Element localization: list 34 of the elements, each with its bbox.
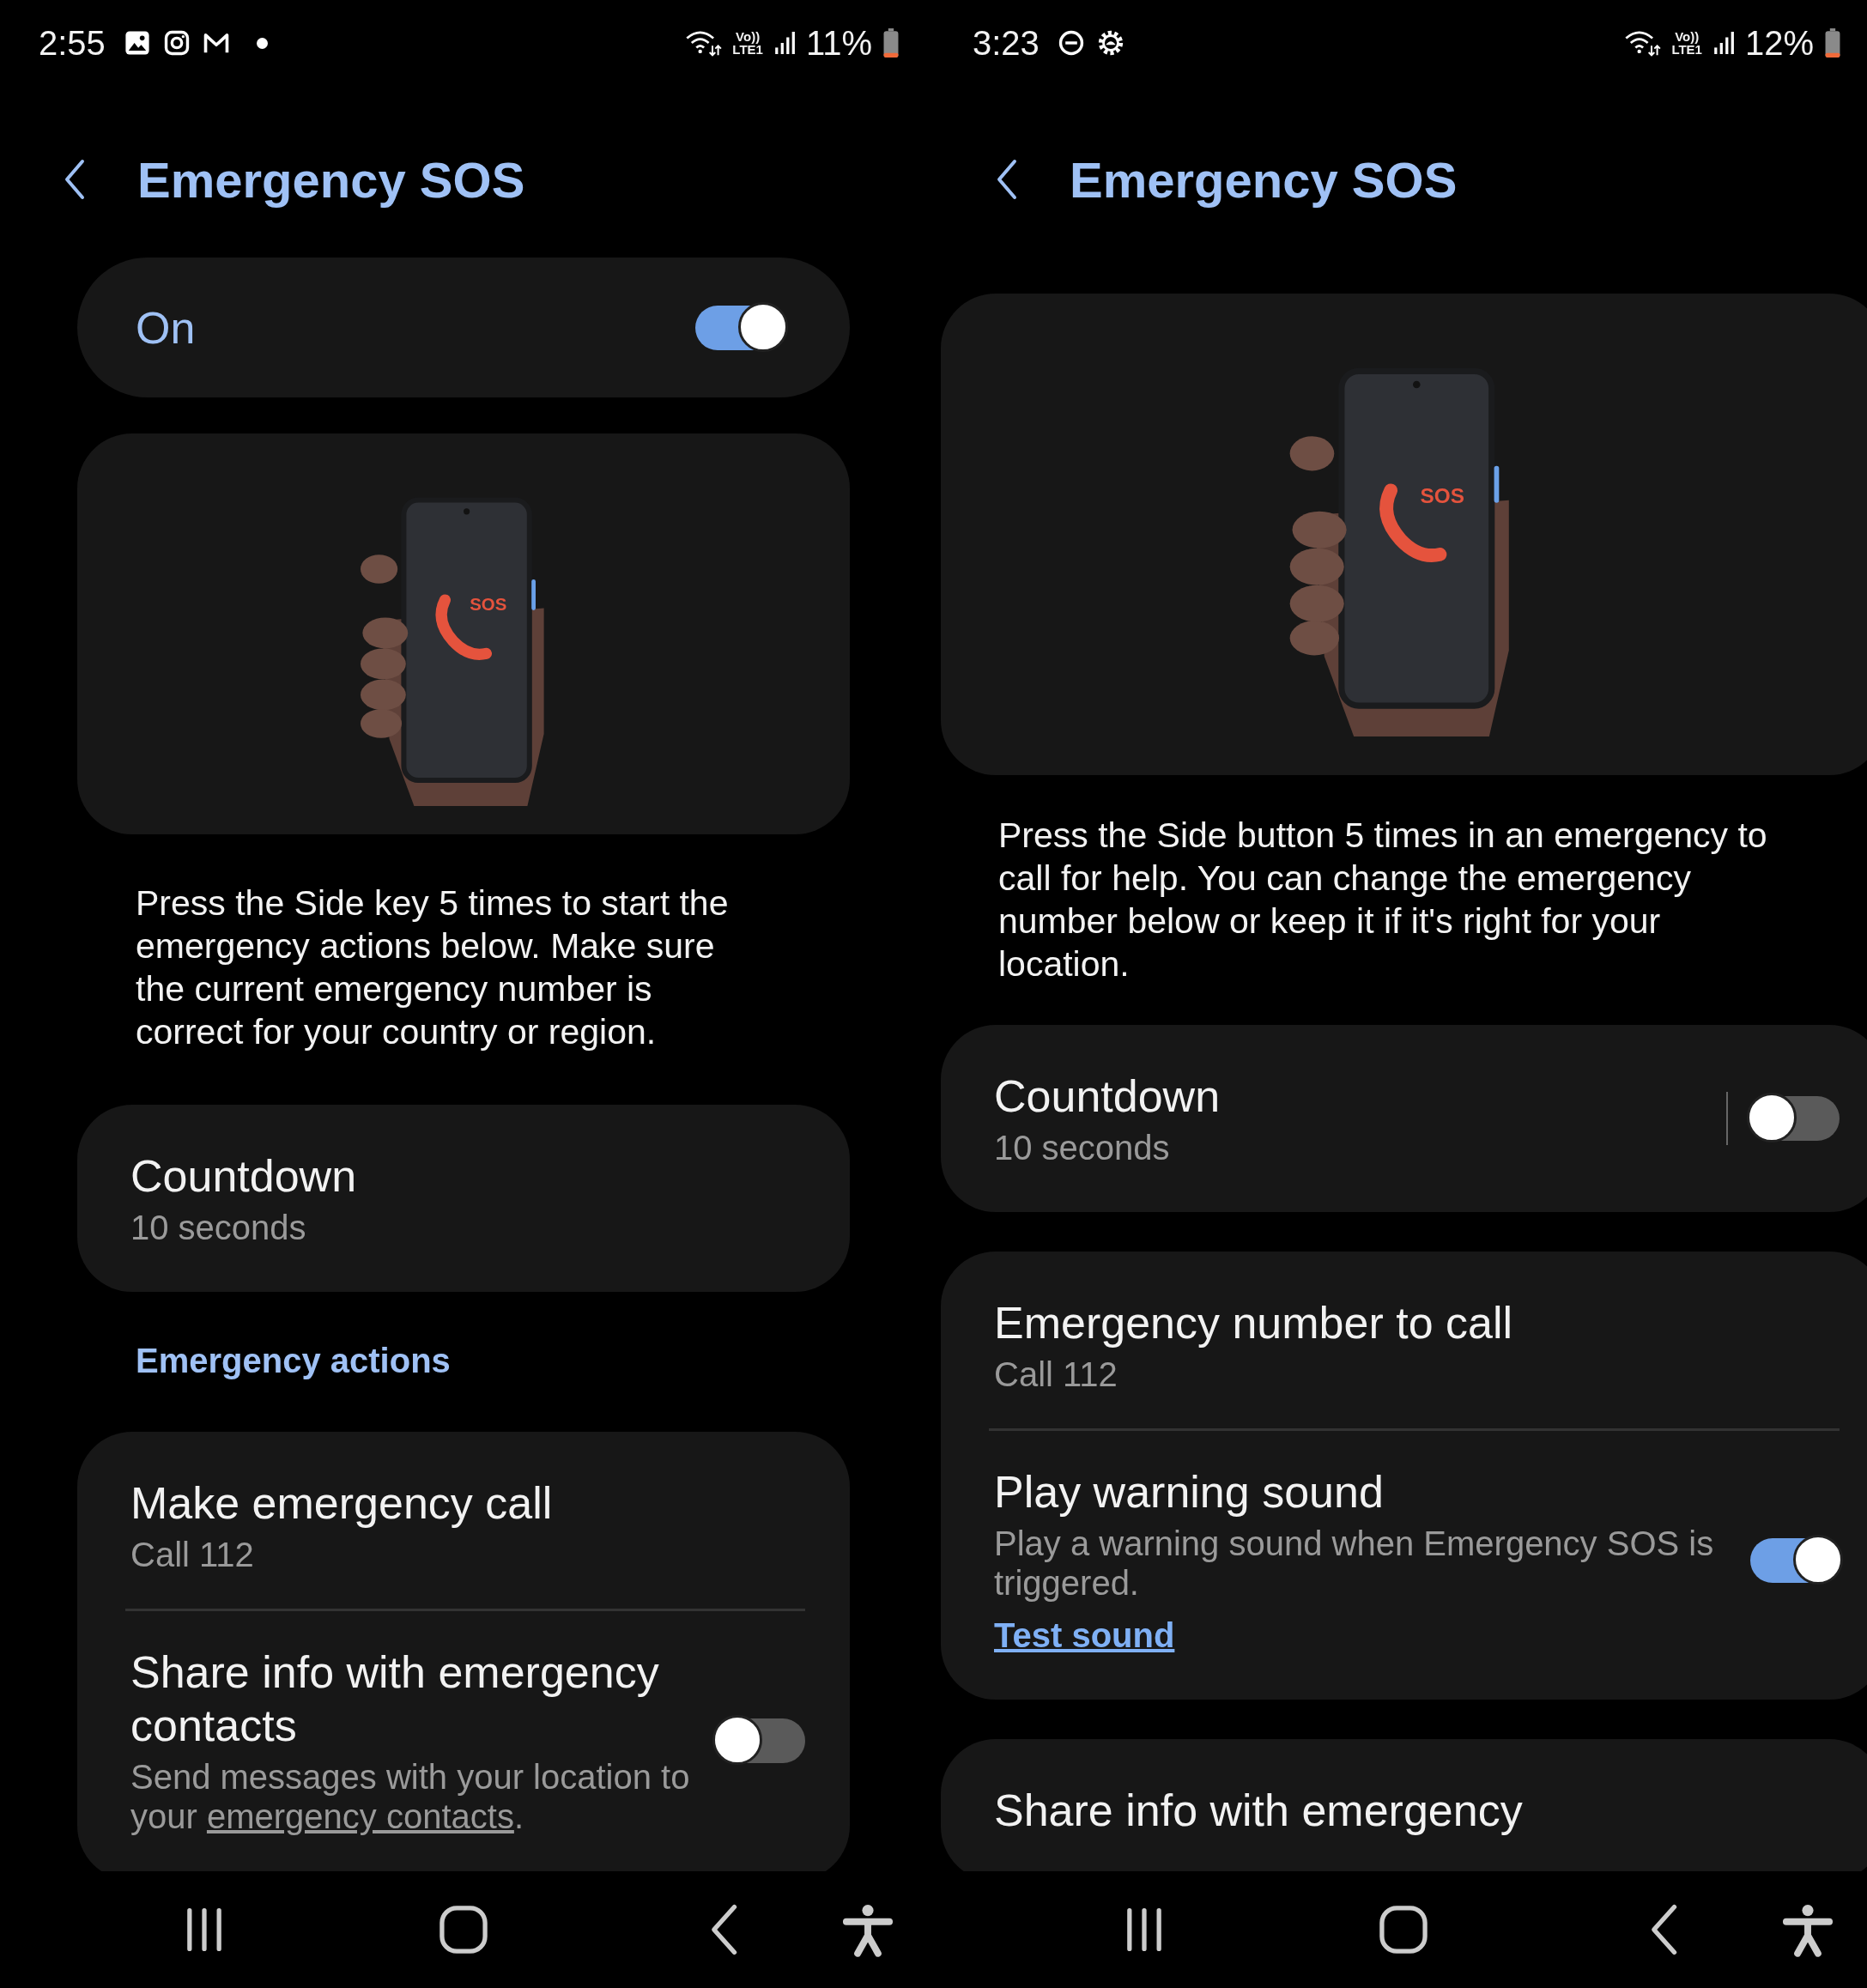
section-header: Emergency actions [136,1342,452,1380]
emergency-contacts-link[interactable]: emergency contacts [206,1797,514,1835]
setting-title[interactable]: Emergency number to call [994,1296,1513,1349]
wifi-icon [684,28,723,58]
clock-time: 2:55 [39,23,106,63]
setting-title[interactable]: Share info with emergency [994,1784,1523,1837]
setting-subtitle: 10 seconds [994,1128,1170,1167]
battery-percentage: 12% [1744,23,1814,63]
setting-subtitle: Call 112 [130,1535,254,1574]
volte-indicator: Vo)) LTE1 [1671,30,1702,56]
page-title: Emergency SOS [137,150,525,209]
page-title: Emergency SOS [1070,150,1458,209]
master-switch-bar[interactable]: On [77,258,850,397]
sos-label: SOS [1420,483,1464,507]
setting-title[interactable]: Share info with emergency contacts [130,1646,699,1752]
battery-percentage: 11% [805,23,872,63]
setting-title[interactable]: Countdown [130,1149,357,1203]
wifi-icon [1623,28,1662,58]
setting-title[interactable]: Countdown [994,1070,1221,1123]
setting-subtitle: Call 112 [994,1355,1118,1394]
battery-icon [882,27,900,58]
setting-title[interactable]: Make emergency call [130,1476,553,1530]
setting-title[interactable]: Play warning sound [994,1465,1384,1518]
description-text: Press the Side key 5 times to start the emergency actions below. Make sure the current emergency number is correct for your country or region. [135,882,730,1053]
setting-description: Send messages with your location to your emergency contacts. [130,1757,691,1836]
clock-time: 3:23 [973,23,1040,63]
description-text: Press the Side button 5 times in an emergency to call for help. You can change the emergency number below or keep it if it's right for your location. [997,815,1768,985]
test-sound-link[interactable]: Test sound [994,1616,1175,1655]
setting-subtitle: 10 seconds [130,1208,306,1247]
setting-description: Play a warning sound when Emergency SOS is triggered. [994,1524,1715,1603]
volte-indicator: Vo)) LTE1 [732,30,763,56]
battery-icon [1824,27,1841,58]
sos-label: SOS [470,594,507,614]
notification-dot-icon [256,37,268,49]
